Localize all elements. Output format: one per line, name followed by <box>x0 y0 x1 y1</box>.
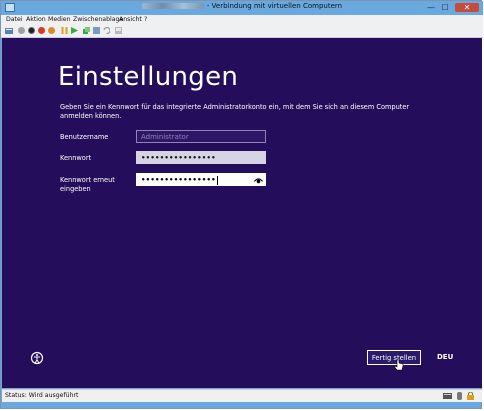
reset-icon[interactable] <box>83 27 90 34</box>
menu-help[interactable]: ? <box>144 16 147 23</box>
setup-description: Geben Sie ein Kennwort für das integrier… <box>60 103 410 120</box>
username-field[interactable]: Administrator <box>136 130 266 143</box>
lock-icon <box>467 392 474 400</box>
text-caret <box>216 175 218 185</box>
password-label: Kennwort <box>60 154 92 162</box>
play-icon[interactable] <box>71 27 78 34</box>
menu-datei[interactable]: Datei <box>6 16 23 23</box>
revert-icon[interactable] <box>103 27 110 34</box>
keyboard-icon <box>443 393 452 399</box>
page-title: Einstellungen <box>58 62 239 92</box>
minimize-button[interactable]: — <box>425 3 437 12</box>
ctrl-alt-del-icon[interactable] <box>5 27 13 35</box>
save-state-icon[interactable] <box>48 27 55 34</box>
mouse-cursor-icon <box>394 359 404 371</box>
pause-icon[interactable] <box>61 27 68 34</box>
ease-of-access-icon[interactable] <box>30 351 44 365</box>
blurred-host-name <box>141 3 204 9</box>
checkpoint-icon[interactable] <box>93 27 100 34</box>
menu-zwischenablage[interactable]: Zwischenablage <box>73 16 123 23</box>
start-icon[interactable] <box>18 27 25 34</box>
status-text: Status: Wird ausgeführt <box>5 392 79 399</box>
close-button[interactable]: ✕ <box>455 3 479 12</box>
reveal-password-icon[interactable] <box>254 176 263 185</box>
vm-connection-window: - Verbindung mit virtuellen Computern — … <box>0 0 483 409</box>
menu-aktion[interactable]: Aktion <box>26 16 46 23</box>
menu-bar: Datei Aktion Medien Zwischenablage Ansic… <box>1 15 483 25</box>
shutdown-icon[interactable] <box>38 27 45 34</box>
title-bar[interactable]: - Verbindung mit virtuellen Computern — … <box>1 1 483 15</box>
password-field[interactable]: •••••••••••••••• <box>136 151 266 164</box>
menu-medien[interactable]: Medien <box>48 16 71 23</box>
username-label: Benutzername <box>60 133 109 141</box>
enhanced-session-icon[interactable] <box>115 27 122 34</box>
turn-off-icon[interactable] <box>28 27 35 34</box>
maximize-button[interactable]: ☐ <box>439 3 451 12</box>
status-bar: Status: Wird ausgeführt <box>2 389 482 402</box>
toolbar <box>1 25 483 38</box>
window-title: - Verbindung mit virtuellen Computern <box>1 2 483 10</box>
password-repeat-value: •••••••••••••••• <box>141 176 216 184</box>
menu-ansicht[interactable]: Ansicht <box>119 16 142 23</box>
vm-screen[interactable]: Einstellungen Geben Sie ein Kennwort für… <box>2 38 482 388</box>
password-value: •••••••••••••••• <box>141 154 216 162</box>
mouse-icon <box>457 392 462 400</box>
password-repeat-label: Kennwort erneut eingeben <box>60 176 115 193</box>
password-repeat-field[interactable]: •••••••••••••••• <box>136 173 266 186</box>
language-indicator[interactable]: DEU <box>437 353 453 361</box>
